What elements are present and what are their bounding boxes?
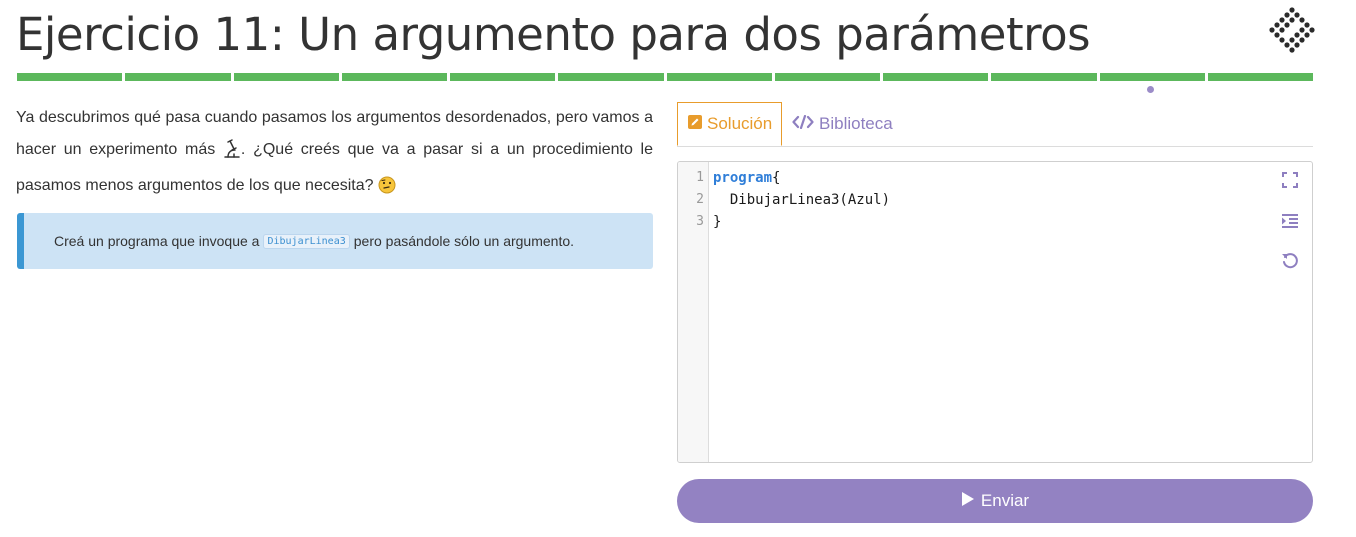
exercise-description: Ya descubrimos qué pasa cuando pasamos l… bbox=[16, 102, 653, 206]
line-number: 2 bbox=[696, 192, 704, 207]
submit-button-label: Enviar bbox=[980, 491, 1030, 510]
mumuki-logo-icon[interactable] bbox=[1268, 6, 1316, 54]
task-callout: Creá un programa que invoque a DibujarLi… bbox=[17, 213, 653, 269]
tab-solution[interactable]: Solución bbox=[677, 102, 782, 146]
progress-segment-7[interactable] bbox=[666, 73, 772, 81]
play-icon bbox=[961, 491, 975, 512]
code-icon bbox=[792, 114, 814, 134]
line-number: 3 bbox=[696, 214, 704, 229]
fullscreen-icon[interactable] bbox=[1278, 168, 1302, 192]
progress-segment-4[interactable] bbox=[341, 73, 447, 81]
tab-library[interactable]: Biblioteca bbox=[792, 102, 893, 145]
progress-segment-3[interactable] bbox=[233, 73, 339, 81]
progress-segment-6[interactable] bbox=[558, 73, 664, 81]
progress-segment-9[interactable] bbox=[883, 73, 989, 81]
exercise-progress-bar bbox=[17, 73, 1313, 81]
progress-segment-12[interactable] bbox=[1207, 73, 1313, 81]
tab-library-label: Biblioteca bbox=[819, 113, 893, 133]
code-line[interactable]: } bbox=[713, 211, 721, 233]
editor-tabs: Solución Biblioteca bbox=[677, 102, 1313, 147]
progress-segment-5[interactable] bbox=[450, 73, 556, 81]
indent-icon[interactable] bbox=[1278, 209, 1302, 233]
callout-procedure-code: DibujarLinea3 bbox=[263, 233, 350, 249]
page-title: Ejercicio 11: Un argumento para dos pará… bbox=[16, 8, 1091, 61]
code-text: { bbox=[772, 170, 781, 186]
thinking-face-icon bbox=[378, 174, 396, 206]
code-text: DibujarLinea3(Azul) bbox=[713, 192, 891, 208]
reset-icon[interactable] bbox=[1278, 249, 1302, 273]
code-keyword: program bbox=[713, 170, 773, 186]
progress-segment-2[interactable] bbox=[125, 73, 231, 81]
code-text: } bbox=[713, 214, 722, 230]
microscope-icon bbox=[223, 138, 241, 170]
tab-solution-label: Solución bbox=[707, 114, 773, 133]
code-line[interactable]: DibujarLinea3(Azul) bbox=[713, 189, 890, 211]
callout-text-after: pero pasándole sólo un argumento. bbox=[353, 233, 575, 249]
edit-icon bbox=[688, 114, 702, 134]
progress-segment-1[interactable] bbox=[17, 73, 123, 81]
code-editor[interactable]: 1 2 3 program{ DibujarLinea3(Azul) } bbox=[677, 161, 1313, 463]
code-line[interactable]: program{ bbox=[713, 167, 780, 189]
progress-segment-8[interactable] bbox=[774, 73, 880, 81]
current-exercise-marker bbox=[1147, 86, 1154, 93]
callout-text-before: Creá un programa que invoque a bbox=[54, 233, 260, 249]
progress-segment-10[interactable] bbox=[991, 73, 1097, 81]
line-number: 1 bbox=[696, 170, 704, 185]
line-number-gutter: 1 2 3 bbox=[678, 162, 709, 462]
submit-button[interactable]: Enviar bbox=[677, 479, 1313, 523]
progress-segment-11[interactable] bbox=[1099, 73, 1205, 81]
